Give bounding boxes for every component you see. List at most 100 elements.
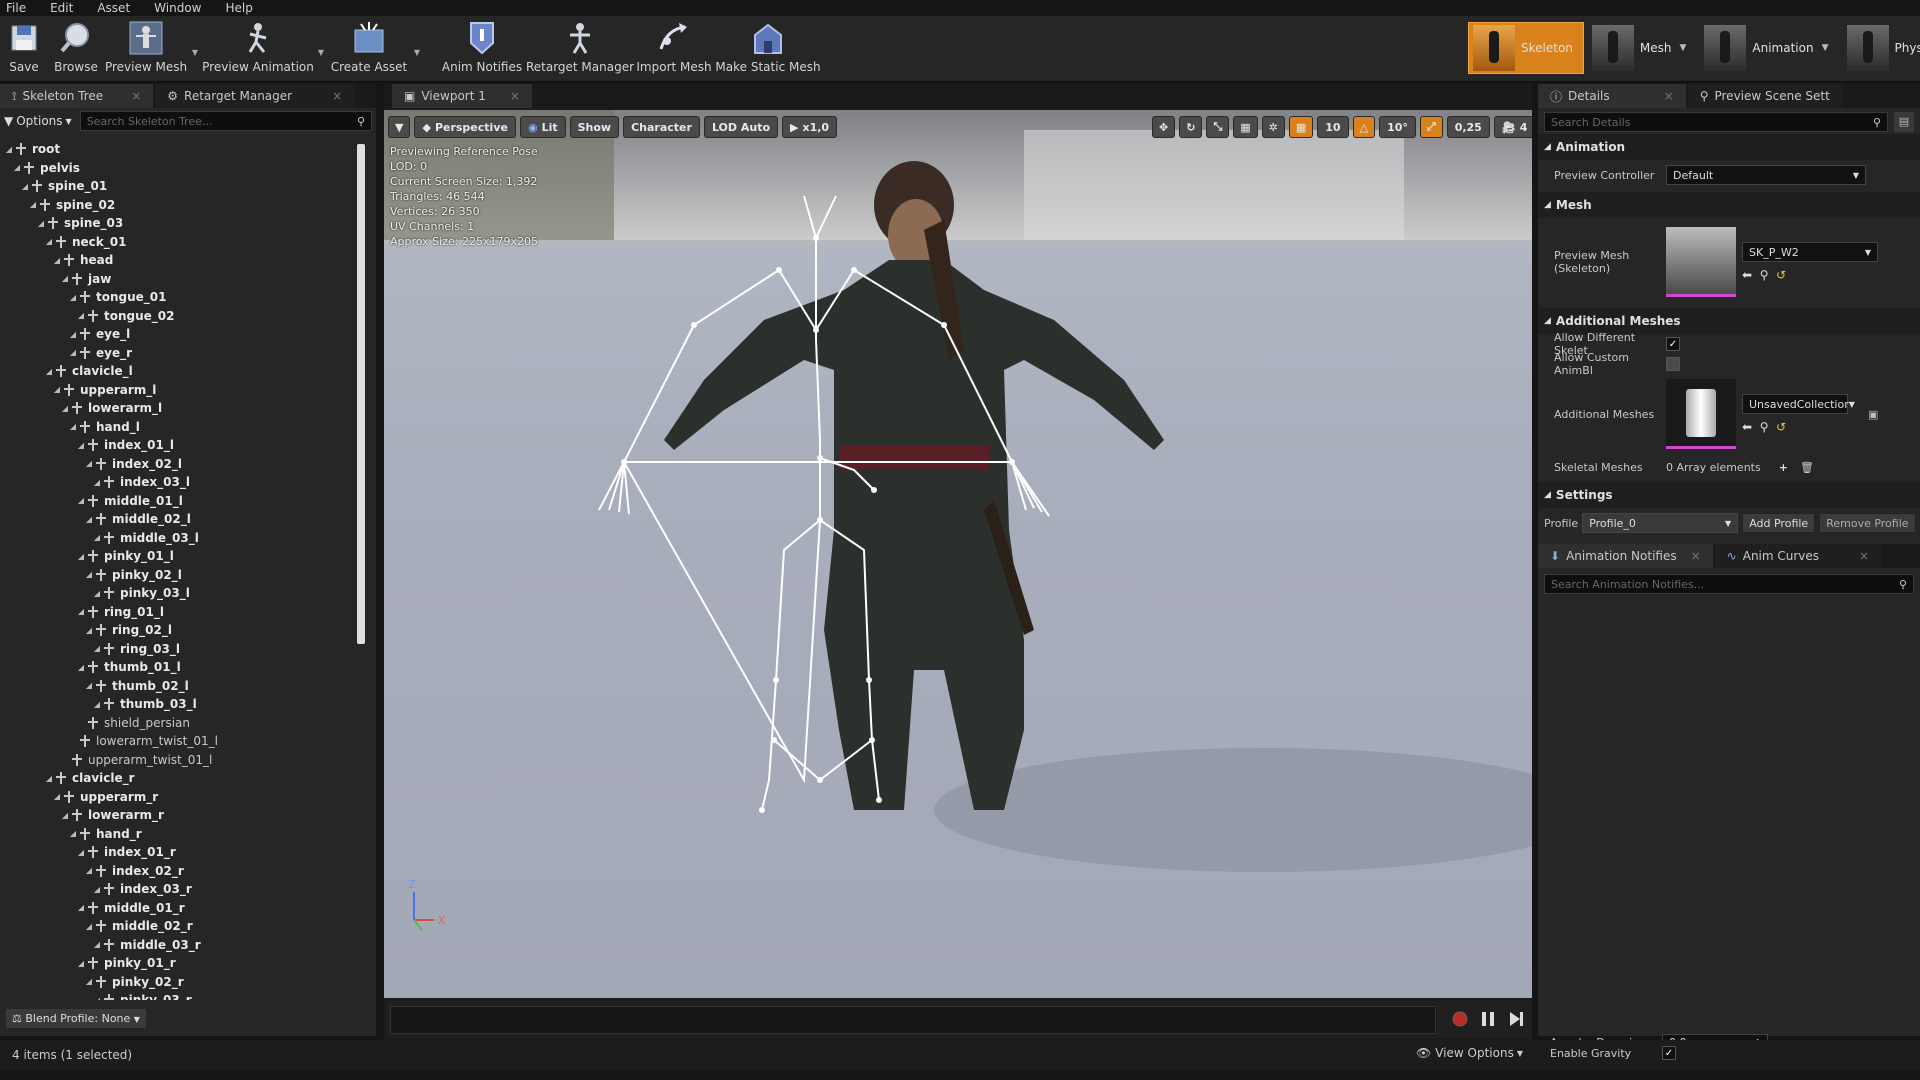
- tab-viewport-1[interactable]: ▣ Viewport 1 ×: [392, 84, 532, 108]
- bone-tree-row[interactable]: ◢ eye_r: [0, 344, 362, 363]
- save-button[interactable]: Save: [4, 18, 44, 80]
- section-mesh[interactable]: ◢ Mesh: [1538, 192, 1920, 218]
- expand-arrow-icon[interactable]: ◢: [20, 182, 30, 191]
- expand-arrow-icon[interactable]: ◢: [92, 644, 102, 653]
- expand-arrow-icon[interactable]: ◢: [68, 293, 78, 302]
- close-icon[interactable]: ×: [1691, 549, 1701, 563]
- tab-anim-curves[interactable]: ∿ Anim Curves ×: [1714, 544, 1882, 568]
- retarget-manager-button[interactable]: Retarget Manager: [526, 18, 634, 80]
- browse-asset-icon[interactable]: ⚲: [1760, 268, 1769, 282]
- remove-profile-button[interactable]: Remove Profile: [1819, 513, 1916, 533]
- grid-snap-value[interactable]: 10: [1317, 116, 1349, 138]
- close-icon[interactable]: ×: [131, 89, 141, 103]
- expand-arrow-icon[interactable]: ◢: [84, 459, 94, 468]
- bone-tree-row[interactable]: ◢ spine_01: [0, 177, 362, 196]
- bone-tree-row[interactable]: ◢ middle_02_r: [0, 917, 362, 936]
- preview-controller-dropdown[interactable]: Default ▼: [1666, 165, 1866, 185]
- bone-tree-row[interactable]: ◢ thumb_01_l: [0, 658, 362, 677]
- bone-tree-row[interactable]: ◢ tongue_01: [0, 288, 362, 307]
- import-mesh-button[interactable]: Import Mesh: [636, 18, 712, 80]
- bone-tree-row[interactable]: ◢ hand_r: [0, 825, 362, 844]
- browse-asset-icon[interactable]: ⚲: [1760, 420, 1769, 434]
- bone-tree-row[interactable]: ◢ upperarm_r: [0, 788, 362, 807]
- expand-arrow-icon[interactable]: ◢: [52, 385, 62, 394]
- expand-arrow-icon[interactable]: ◢: [92, 478, 102, 487]
- browse-button[interactable]: Browse: [52, 18, 100, 80]
- add-element-icon[interactable]: +: [1779, 461, 1788, 474]
- expand-arrow-icon[interactable]: ◢: [92, 700, 102, 709]
- expand-arrow-icon[interactable]: ◢: [52, 792, 62, 801]
- bone-tree-row[interactable]: ◢ spine_03: [0, 214, 362, 233]
- bone-tree-row[interactable]: ◢ pinky_03_l: [0, 584, 362, 603]
- expand-arrow-icon[interactable]: ◢: [84, 570, 94, 579]
- perspective-button[interactable]: ◆ Perspective: [414, 116, 516, 138]
- bone-tree-row[interactable]: ◢ upperarm_l: [0, 381, 362, 400]
- bone-tree-row[interactable]: ◢ middle_01_r: [0, 899, 362, 918]
- bone-tree-row[interactable]: ◢ index_02_r: [0, 862, 362, 881]
- preview-mesh-thumbnail[interactable]: [1666, 227, 1736, 297]
- add-profile-button[interactable]: Add Profile: [1742, 513, 1816, 533]
- expand-arrow-icon[interactable]: ◢: [92, 589, 102, 598]
- bone-tree-row[interactable]: ◢ lowerarm_r: [0, 806, 362, 825]
- bone-tree-row[interactable]: ◢ ring_02_l: [0, 621, 362, 640]
- details-search-input[interactable]: Search Details ⚲: [1544, 112, 1888, 132]
- chevron-down-icon[interactable]: ▼: [1822, 43, 1829, 53]
- lod-button[interactable]: LOD Auto: [703, 116, 779, 138]
- bone-tree-row[interactable]: ◢ ring_03_l: [0, 640, 362, 659]
- preview-animation-button[interactable]: ▼ Preview Animation: [202, 18, 324, 80]
- property-matrix-icon[interactable]: ▤: [1894, 112, 1914, 132]
- expand-arrow-icon[interactable]: ◢: [76, 903, 86, 912]
- scale-icon[interactable]: ⤡: [1206, 116, 1230, 138]
- allow-different-checkbox[interactable]: ✓: [1666, 337, 1680, 351]
- bone-tree-row[interactable]: ◢ spine_02: [0, 196, 362, 215]
- expand-arrow-icon[interactable]: ◢: [84, 515, 94, 524]
- tab-preview-scene-settings[interactable]: ⚲ Preview Scene Sett: [1687, 84, 1842, 108]
- menu-file[interactable]: File: [6, 1, 26, 15]
- bone-tree-row[interactable]: ◢ root: [0, 140, 362, 159]
- blend-profile-dropdown[interactable]: ⚖ Blend Profile: None ▼: [6, 1008, 146, 1028]
- additional-meshes-dropdown[interactable]: UnsavedCollectior ▼: [1742, 394, 1855, 414]
- mode-skeleton[interactable]: Skeleton: [1468, 22, 1584, 74]
- expand-arrow-icon[interactable]: ◢: [84, 866, 94, 875]
- bone-tree-row[interactable]: ◢ eye_l: [0, 325, 362, 344]
- bone-tree-row[interactable]: ◢ pinky_03_r: [0, 991, 362, 1000]
- viewport-scene[interactable]: Z X ▼ ◆ Perspective ◉ Lit Show Character L…: [384, 110, 1532, 998]
- reset-icon[interactable]: ↺: [1776, 268, 1786, 282]
- expand-arrow-icon[interactable]: ◢: [68, 829, 78, 838]
- bone-tree-row[interactable]: ◢ middle_01_l: [0, 492, 362, 511]
- mode-mesh[interactable]: Mesh ▼: [1588, 22, 1697, 74]
- save-collection-icon[interactable]: ▣: [1868, 408, 1878, 421]
- pause-icon[interactable]: [1478, 1009, 1498, 1029]
- make-static-mesh-button[interactable]: Make Static Mesh: [715, 18, 821, 80]
- expand-arrow-icon[interactable]: ◢: [76, 552, 86, 561]
- notifies-search-input[interactable]: Search Animation Notifies... ⚲: [1544, 574, 1914, 594]
- bone-tree-row[interactable]: upperarm_twist_01_l: [0, 751, 362, 770]
- playback-speed-button[interactable]: ▶ x1,0: [782, 116, 838, 138]
- expand-arrow-icon[interactable]: ◢: [84, 626, 94, 635]
- viewport-options-button[interactable]: ▼: [388, 116, 411, 138]
- camera-speed-value[interactable]: 🎥︎ 4: [1493, 116, 1532, 138]
- preview-mesh-dropdown[interactable]: SK_P_W2 ▼: [1742, 242, 1878, 262]
- bone-tree-row[interactable]: ◢ pinky_01_r: [0, 954, 362, 973]
- expand-arrow-icon[interactable]: ◢: [76, 607, 86, 616]
- show-button[interactable]: Show: [569, 116, 620, 138]
- chevron-down-icon[interactable]: ▼: [192, 48, 198, 57]
- expand-arrow-icon[interactable]: ◢: [76, 848, 86, 857]
- chevron-down-icon[interactable]: ▼: [1679, 43, 1686, 53]
- menu-help[interactable]: Help: [225, 1, 252, 15]
- step-forward-icon[interactable]: [1506, 1009, 1526, 1029]
- expand-arrow-icon[interactable]: ◢: [28, 200, 38, 209]
- bone-tree-row[interactable]: ◢ head: [0, 251, 362, 270]
- coord-space-icon[interactable]: ▦: [1233, 116, 1258, 138]
- rotation-snap-value[interactable]: 10°: [1379, 116, 1416, 138]
- expand-arrow-icon[interactable]: ◢: [76, 441, 86, 450]
- bone-tree-row[interactable]: ◢ index_03_r: [0, 880, 362, 899]
- chevron-down-icon[interactable]: ▼: [318, 48, 324, 57]
- bone-tree-row[interactable]: ◢ clavicle_r: [0, 769, 362, 788]
- bone-tree-row[interactable]: ◢ middle_02_l: [0, 510, 362, 529]
- use-selected-icon[interactable]: ⬅: [1742, 420, 1752, 434]
- expand-arrow-icon[interactable]: ◢: [76, 959, 86, 968]
- tab-animation-notifies[interactable]: ⬇ Animation Notifies ×: [1538, 544, 1713, 568]
- mode-physics[interactable]: Physics: [1843, 22, 1920, 74]
- bone-tree-row[interactable]: ◢ jaw: [0, 270, 362, 289]
